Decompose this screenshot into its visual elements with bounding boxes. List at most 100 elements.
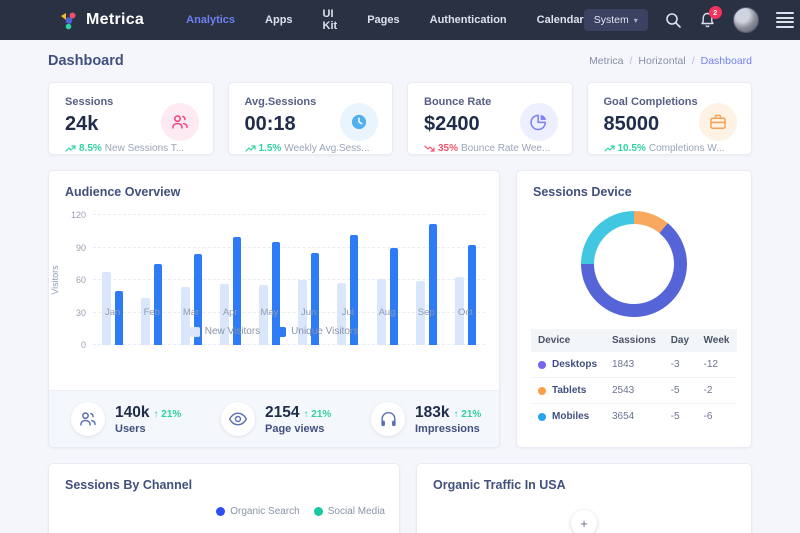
x-tick-label: Oct	[446, 307, 485, 318]
notifications-button[interactable]: 2	[699, 11, 716, 29]
search-button[interactable]	[665, 12, 682, 29]
device-color-dot	[538, 413, 546, 421]
x-tick-label: Apr	[211, 307, 250, 318]
breadcrumb: Metrica / Horizontal / Dashboard	[589, 55, 752, 67]
sessions-device-donut-wrap	[517, 211, 751, 317]
device-table-header: DeviceSassionsDayWeek	[531, 329, 737, 352]
stat-cards-row: Sessions24k8.5%New Sessions T...Avg.Sess…	[0, 82, 800, 155]
audience-stat-value: 183k	[415, 404, 449, 422]
top-navbar: Metrica Analytics Apps UI Kit Pages Authenti…	[0, 0, 800, 40]
nav-item-ui-kit[interactable]: UI Kit	[323, 8, 338, 32]
nav-item-authentication[interactable]: Authentication	[430, 14, 507, 26]
audience-stat-value: 2154	[265, 404, 299, 422]
device-cell: Desktops	[531, 352, 605, 378]
y-axis-label: Visitors	[50, 265, 60, 294]
sassions-cell: 1843	[605, 352, 664, 378]
legend-dot	[314, 507, 323, 516]
sassions-cell: 3654	[605, 404, 664, 430]
legend-label: Organic Search	[230, 506, 299, 517]
x-tick-label: May	[250, 307, 289, 318]
device-name: Mobiles	[538, 411, 598, 422]
breadcrumb-separator: /	[692, 55, 695, 67]
organic-traffic-card: Organic Traffic In USA +	[416, 463, 752, 533]
y-tick-label: 30	[76, 308, 86, 318]
audience-stat-percent: ↑ 21%	[453, 409, 481, 420]
device-color-dot	[538, 387, 546, 395]
legend-item-unique-visitors: Unique Visitors	[276, 326, 358, 337]
breadcrumb-separator: /	[630, 55, 633, 67]
legend-dot	[216, 507, 225, 516]
search-icon	[665, 12, 682, 29]
week-cell: -2	[697, 378, 738, 404]
x-axis-labels: JanFebMarAprMayJunJulAugSepOct	[93, 307, 485, 318]
page-header: Dashboard Metrica / Horizontal / Dashboard	[0, 40, 800, 82]
audience-stats-strip: 140k↑ 21%Users2154↑ 21%Page views183k↑ 2…	[49, 390, 499, 447]
legend-swatch	[190, 327, 200, 337]
breadcrumb-item[interactable]: Horizontal	[638, 55, 685, 67]
sessions-device-title: Sessions Device	[517, 171, 751, 199]
device-color-dot	[538, 361, 546, 369]
day-cell: -5	[664, 378, 697, 404]
briefcase-icon	[708, 112, 728, 132]
sessions-by-channel-card: Sessions By Channel Organic SearchSocial…	[48, 463, 400, 533]
channel-legend-organic-search: Organic Search	[216, 506, 299, 517]
table-row-mobiles: Mobiles3654-5-6	[531, 404, 737, 430]
week-cell: -12	[697, 352, 738, 378]
eye-icon-circle	[221, 402, 255, 436]
trend-up-icon	[245, 144, 256, 153]
audience-stat-text: 183k↑ 21%Impressions	[415, 404, 481, 435]
stat-card-percent: 10.5%	[618, 143, 646, 154]
device-cell: Tablets	[531, 378, 605, 404]
trend-down-icon	[424, 144, 435, 153]
audience-stat-value-row: 183k ↑ 21%	[415, 404, 481, 422]
device-table-col-week: Week	[697, 329, 738, 352]
bar-new-visitors[interactable]	[141, 298, 150, 345]
bar-chart-legend: New VisitorsUnique Visitors	[49, 326, 499, 337]
table-row-desktops: Desktops 1843-3-12	[531, 352, 737, 378]
user-avatar[interactable]	[733, 7, 759, 33]
menu-toggle-icon[interactable]	[776, 12, 794, 28]
stat-card-percent: 8.5%	[79, 143, 102, 154]
stat-card-bounce-rate: Bounce Rate$240035%Bounce Rate Wee...	[407, 82, 573, 155]
stat-card-sessions: Sessions24k8.5%New Sessions T...	[48, 82, 214, 155]
legend-label: Social Media	[328, 506, 385, 517]
users-icon-circle	[71, 402, 105, 436]
breadcrumb-item-active: Dashboard	[701, 55, 752, 67]
brand-logo[interactable]: Metrica	[60, 11, 144, 30]
bottom-content-row: Sessions By Channel Organic SearchSocial…	[0, 463, 800, 533]
legend-swatch	[276, 327, 286, 337]
sessions-device-donut-chart	[581, 211, 687, 317]
device-name: Desktops	[538, 359, 598, 370]
stat-card-footnote: 10.5%Completions W...	[604, 143, 736, 154]
audience-stat-page-views: 2154↑ 21%Page views	[199, 391, 349, 447]
organic-traffic-title: Organic Traffic In USA	[417, 464, 751, 492]
audience-overview-card: Audience Overview Visitors 0306090120 Ja…	[48, 170, 500, 448]
pie-icon-wrap	[520, 103, 558, 141]
audience-stat-value-row: 140k↑ 21%	[115, 404, 181, 422]
channel-legend-social-media: Social Media	[314, 506, 385, 517]
nav-item-apps[interactable]: Apps	[265, 14, 293, 26]
users-icon-wrap	[161, 103, 199, 141]
y-tick-label: 120	[71, 210, 86, 220]
breadcrumb-item[interactable]: Metrica	[589, 55, 623, 67]
legend-label: Unique Visitors	[291, 326, 358, 337]
audience-stat-label: Page views	[265, 423, 331, 435]
audience-stat-value-row: 2154↑ 21%	[265, 404, 331, 422]
map-zoom-in-button[interactable]: +	[571, 510, 597, 533]
stat-card-percent: 35%	[438, 143, 458, 154]
day-cell: -3	[664, 352, 697, 378]
main-nav-menu: Analytics Apps UI Kit Pages Authentication Ca…	[186, 8, 584, 32]
device-name: Tablets	[538, 385, 598, 396]
nav-item-pages[interactable]: Pages	[367, 14, 399, 26]
clock-icon-wrap	[340, 103, 378, 141]
pie-chart-icon	[529, 112, 549, 132]
briefcase-icon-wrap	[699, 103, 737, 141]
nav-item-calendar[interactable]: Calendar	[537, 14, 584, 26]
nav-item-analytics[interactable]: Analytics	[186, 14, 235, 26]
system-dropdown[interactable]: System ▾	[584, 9, 648, 31]
stat-card-percent: 1.5%	[259, 143, 282, 154]
stat-card-note: New Sessions T...	[105, 143, 184, 154]
y-tick-label: 90	[76, 243, 86, 253]
eye-icon	[228, 410, 248, 428]
device-table: DeviceSassionsDayWeek Desktops 1843-3-12 T…	[531, 329, 737, 429]
